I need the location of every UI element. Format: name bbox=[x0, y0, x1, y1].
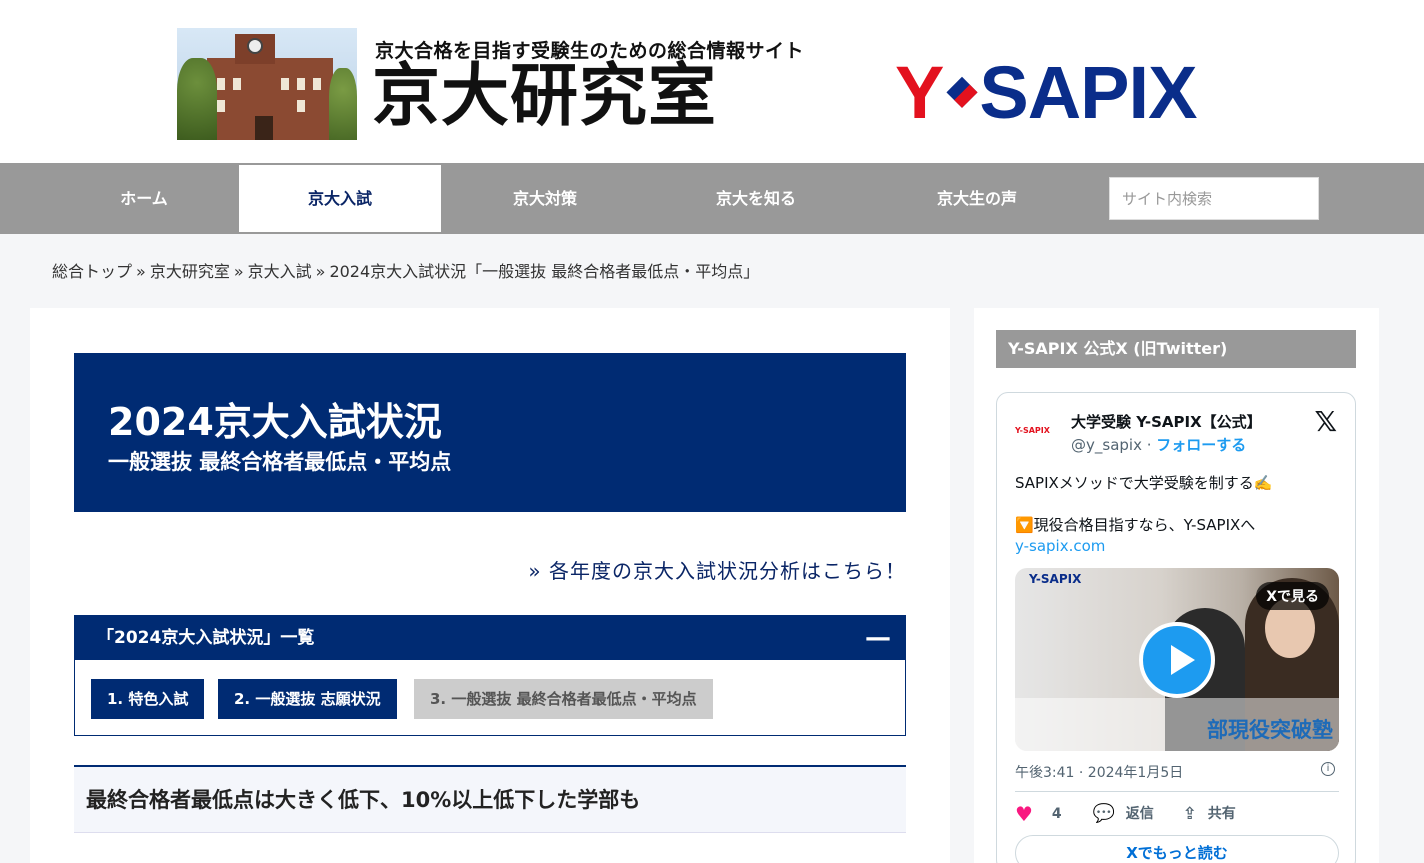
tweet-author-handle: @y_sapix · フォローする bbox=[1071, 434, 1246, 455]
tweet-author-name[interactable]: 大学受験 Y-SAPIX【公式】 bbox=[1071, 411, 1262, 432]
tweet-link[interactable]: y-sapix.com bbox=[1015, 537, 1105, 555]
heart-icon[interactable]: ♥ bbox=[1015, 802, 1033, 826]
sidebar: Y-SAPIX 公式X (旧Twitter) Y-SAPIX 大学受験 Y-SA… bbox=[974, 308, 1379, 863]
share-icon[interactable]: ⇪ bbox=[1183, 804, 1197, 824]
toc-box: 「2024京大入試状況」一覧 — 1. 特色入試 2. 一般選抜 志願状況 3.… bbox=[74, 615, 906, 736]
toc-button-special[interactable]: 1. 特色入試 bbox=[91, 679, 205, 719]
handle-text[interactable]: @y_sapix bbox=[1071, 436, 1142, 454]
like-count: 4 bbox=[1051, 806, 1062, 822]
read-more-button[interactable]: Xでもっと読む bbox=[1015, 835, 1339, 863]
search-input[interactable] bbox=[1109, 177, 1319, 220]
toc-button-scores[interactable]: 3. 一般選抜 最終合格者最低点・平均点 bbox=[414, 679, 713, 719]
collapse-icon[interactable]: — bbox=[865, 616, 891, 660]
toc-title: 「2024京大入試状況」一覧 bbox=[97, 628, 315, 648]
view-on-x-badge[interactable]: Xで見る bbox=[1256, 582, 1329, 610]
main-content: 2024京大入試状況 一般選抜 最終合格者最低点・平均点 » 各年度の京大入試状… bbox=[30, 308, 950, 863]
tweet-video[interactable]: Y-SAPIX Xで見る 部現役突破塾 bbox=[1015, 568, 1339, 751]
brand-sapix: SAPIX bbox=[979, 51, 1197, 134]
global-nav: ホーム 京大入試 京大対策 京大を知る 京大生の声 bbox=[0, 163, 1424, 234]
breadcrumb: 総合トップ» 京大研究室» 京大入試» 2024京大入試状況「一般選抜 最終合格者最低… bbox=[52, 258, 759, 282]
site-header: 京大合格を目指す受験生のための総合情報サイト 京大研究室 Y SAPIX bbox=[0, 0, 1424, 163]
nav-item-prep[interactable]: 京大対策 bbox=[444, 165, 646, 232]
handle-sep: · bbox=[1146, 436, 1152, 454]
site-name[interactable]: 京大研究室 bbox=[372, 58, 717, 134]
avatar[interactable]: Y-SAPIX bbox=[1015, 417, 1059, 445]
article-title: 2024京大入試状況 bbox=[108, 400, 442, 444]
brand-y: Y bbox=[895, 51, 944, 134]
follow-button[interactable]: フォローする bbox=[1156, 436, 1246, 454]
video-brand-logo: Y-SAPIX bbox=[1029, 572, 1082, 586]
tweet-text-line2: 🔽現役合格目指すなら、Y-SAPIXへ bbox=[1015, 516, 1256, 534]
share-label[interactable]: 共有 bbox=[1208, 806, 1236, 822]
reply-label[interactable]: 返信 bbox=[1126, 806, 1154, 822]
video-caption: 部現役突破塾 bbox=[1207, 718, 1333, 742]
play-icon[interactable] bbox=[1139, 622, 1215, 698]
breadcrumb-kyodai-lab[interactable]: 京大研究室 bbox=[150, 262, 230, 281]
nav-item-home[interactable]: ホーム bbox=[44, 165, 244, 232]
reply-bubble-icon[interactable]: 💬 bbox=[1092, 803, 1114, 824]
section-heading: 最終合格者最低点は大きく低下、10%以上低下した学部も bbox=[74, 765, 906, 833]
tweet-text-line1: SAPIXメソッドで大学受験を制する✍️ bbox=[1015, 474, 1273, 492]
embedded-tweet[interactable]: Y-SAPIX 大学受験 Y-SAPIX【公式】 @y_sapix · フォロー… bbox=[996, 392, 1356, 863]
tweet-timestamp[interactable]: 午後3:41 · 2024年1月5日 bbox=[1015, 762, 1183, 782]
breadcrumb-exam[interactable]: 京大入試 bbox=[248, 262, 312, 281]
toc-button-applications[interactable]: 2. 一般選抜 志願状況 bbox=[218, 679, 397, 719]
breadcrumb-current: 2024京大入試状況「一般選抜 最終合格者最低点・平均点」 bbox=[329, 262, 760, 281]
diamond-icon bbox=[946, 77, 978, 109]
article-subtitle: 一般選抜 最終合格者最低点・平均点 bbox=[108, 450, 452, 474]
breadcrumb-sep: » bbox=[136, 262, 146, 281]
tweet-actions: ♥ 4 💬 返信 ⇪ 共有 bbox=[1015, 803, 1236, 825]
nav-item-about[interactable]: 京大を知る bbox=[655, 165, 857, 232]
sidebar-heading: Y-SAPIX 公式X (旧Twitter) bbox=[996, 330, 1356, 368]
breadcrumb-top[interactable]: 総合トップ bbox=[52, 262, 132, 281]
x-logo-icon[interactable]: 𝕏 bbox=[1314, 405, 1337, 438]
ysapix-logo[interactable]: Y SAPIX bbox=[895, 56, 1197, 130]
article-hero: 2024京大入試状況 一般選抜 最終合格者最低点・平均点 bbox=[74, 353, 906, 512]
nav-item-exam[interactable]: 京大入試 bbox=[239, 165, 441, 232]
breadcrumb-sep: » bbox=[315, 262, 326, 281]
clock-icon bbox=[247, 38, 263, 54]
past-years-link[interactable]: » 各年度の京大入試状況分析はこちら！ bbox=[528, 555, 906, 584]
info-icon[interactable]: i bbox=[1321, 762, 1335, 776]
nav-item-voices[interactable]: 京大生の声 bbox=[876, 165, 1078, 232]
clock-tower-photo[interactable] bbox=[177, 28, 357, 140]
breadcrumb-sep: » bbox=[233, 262, 244, 281]
toc-header[interactable]: 「2024京大入試状況」一覧 — bbox=[75, 616, 905, 660]
divider bbox=[1015, 791, 1339, 792]
